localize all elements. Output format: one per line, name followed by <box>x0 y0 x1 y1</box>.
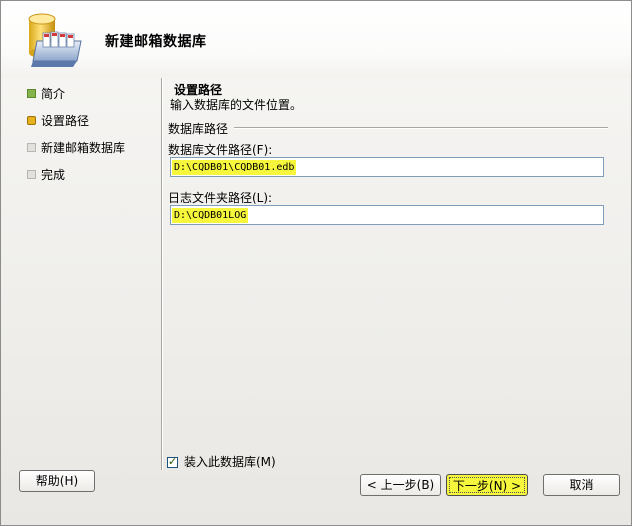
log-folder-path-label: 日志文件夹路径(L): <box>168 191 273 205</box>
step-label: 完成 <box>41 168 66 182</box>
step-label: 简介 <box>41 87 66 101</box>
next-button-label: 下一步(N) > <box>449 477 525 493</box>
mailbox-database-icon <box>28 13 82 67</box>
step-complete-icon <box>27 89 36 98</box>
step-finish: 完成 <box>25 168 155 195</box>
section-divider <box>234 127 608 129</box>
wizard-header: 新建邮箱数据库 <box>1 1 631 77</box>
cancel-button[interactable]: 取消 <box>543 474 620 496</box>
step-intro: 简介 <box>25 87 155 114</box>
step-pending-icon <box>27 170 36 179</box>
nav-divider <box>161 78 163 470</box>
step-label: 新建邮箱数据库 <box>41 141 126 155</box>
mount-database-checkbox[interactable]: ✓ <box>167 455 178 468</box>
step-new-database: 新建邮箱数据库 <box>25 141 155 168</box>
checkmark-icon: ✓ <box>168 455 178 468</box>
wizard-window: 新建邮箱数据库 简介 设置路径 新建邮箱数据库 完成 设置路径 输入数据库的文件… <box>0 0 632 526</box>
page-description: 输入数据库的文件位置。 <box>170 98 303 112</box>
step-pending-icon <box>27 143 36 152</box>
db-file-path-input[interactable]: D:\CQDB01\CQDB01.edb <box>170 157 604 177</box>
back-button[interactable]: < 上一步(B) <box>360 474 441 496</box>
section-heading: 数据库路径 <box>168 122 229 136</box>
db-file-path-value: D:\CQDB01\CQDB01.edb <box>172 160 297 175</box>
help-button[interactable]: 帮助(H) <box>19 470 95 492</box>
wizard-title: 新建邮箱数据库 <box>105 34 207 50</box>
log-folder-path-input[interactable]: D:\CQDB01LOG <box>170 205 604 225</box>
log-folder-path-value: D:\CQDB01LOG <box>172 208 249 223</box>
step-label: 设置路径 <box>41 114 90 128</box>
next-button[interactable]: 下一步(N) > <box>446 474 528 496</box>
wizard-steps: 简介 设置路径 新建邮箱数据库 完成 <box>25 87 155 195</box>
mount-database-label: 装入此数据库(M) <box>184 455 276 469</box>
step-current-icon <box>27 116 36 125</box>
step-set-paths: 设置路径 <box>25 114 155 141</box>
db-file-path-label: 数据库文件路径(F): <box>168 143 273 157</box>
mount-database-option[interactable]: ✓ 装入此数据库(M) <box>167 453 276 470</box>
